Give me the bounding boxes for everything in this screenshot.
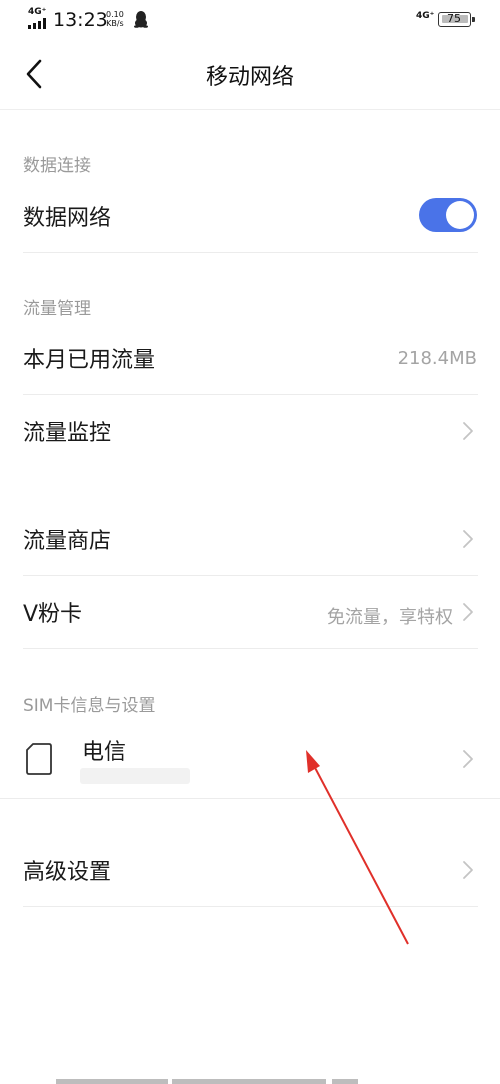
row-traffic-store[interactable]: 流量商店: [0, 503, 500, 575]
signal-bars-icon: [28, 18, 48, 29]
chevron-right-icon: [463, 750, 473, 768]
toggle-knob: [446, 201, 474, 229]
vcard-label: V粉卡: [23, 602, 83, 627]
nav-bar-segment: [332, 1079, 358, 1084]
vcard-value: 免流量，享特权: [327, 607, 453, 628]
status-bar: 4G⁺ 13:23 0.10 KB/s 4G⁺ 75: [0, 0, 500, 40]
network-speed-unit: KB/s: [106, 19, 124, 28]
data-network-toggle[interactable]: [419, 198, 477, 232]
monthly-usage-label: 本月已用流量: [23, 348, 156, 373]
monthly-usage-value: 218.4MB: [397, 348, 477, 369]
section-label-sim: SIM卡信息与设置: [23, 696, 156, 716]
nav-bar-segment: [56, 1079, 168, 1084]
nav-bar-segment: [172, 1079, 326, 1084]
network-speed: 0.10 KB/s: [106, 10, 124, 28]
row-vcard[interactable]: V粉卡 免流量，享特权: [0, 576, 500, 648]
qq-penguin-icon: [134, 11, 148, 32]
page-title: 移动网络: [205, 65, 294, 90]
divider: [23, 648, 478, 649]
row-traffic-monitor[interactable]: 流量监控: [0, 395, 500, 467]
divider: [23, 906, 478, 907]
traffic-store-label: 流量商店: [23, 529, 112, 554]
battery-level: 75: [447, 12, 461, 25]
section-label-data-connection: 数据连接: [23, 156, 91, 176]
chevron-right-icon: [463, 861, 473, 879]
traffic-monitor-label: 流量监控: [23, 421, 112, 446]
header: 移动网络: [0, 40, 500, 110]
network-type-left: 4G⁺: [28, 7, 47, 17]
network-speed-value: 0.10: [106, 10, 124, 19]
chevron-right-icon: [463, 530, 473, 548]
divider: [23, 252, 478, 253]
data-network-label: 数据网络: [23, 206, 112, 231]
row-data-network[interactable]: 数据网络: [0, 180, 500, 252]
sim-carrier-name: 电信: [82, 740, 127, 765]
clock: 13:23: [53, 9, 108, 31]
row-sim-telecom[interactable]: 电信: [0, 722, 500, 798]
network-type-right: 4G⁺: [416, 11, 435, 21]
divider: [0, 798, 500, 799]
row-advanced-settings[interactable]: 高级设置: [0, 834, 500, 906]
sim-number-blurred: [80, 768, 190, 784]
chevron-right-icon: [463, 603, 473, 621]
row-monthly-usage[interactable]: 本月已用流量 218.4MB: [0, 322, 500, 394]
section-label-traffic: 流量管理: [23, 299, 91, 319]
sim-card-icon: [26, 743, 52, 775]
battery-icon: 75: [438, 12, 475, 27]
advanced-settings-label: 高级设置: [23, 860, 112, 885]
chevron-right-icon: [463, 422, 473, 440]
cellular-signal: 4G⁺: [28, 8, 48, 29]
